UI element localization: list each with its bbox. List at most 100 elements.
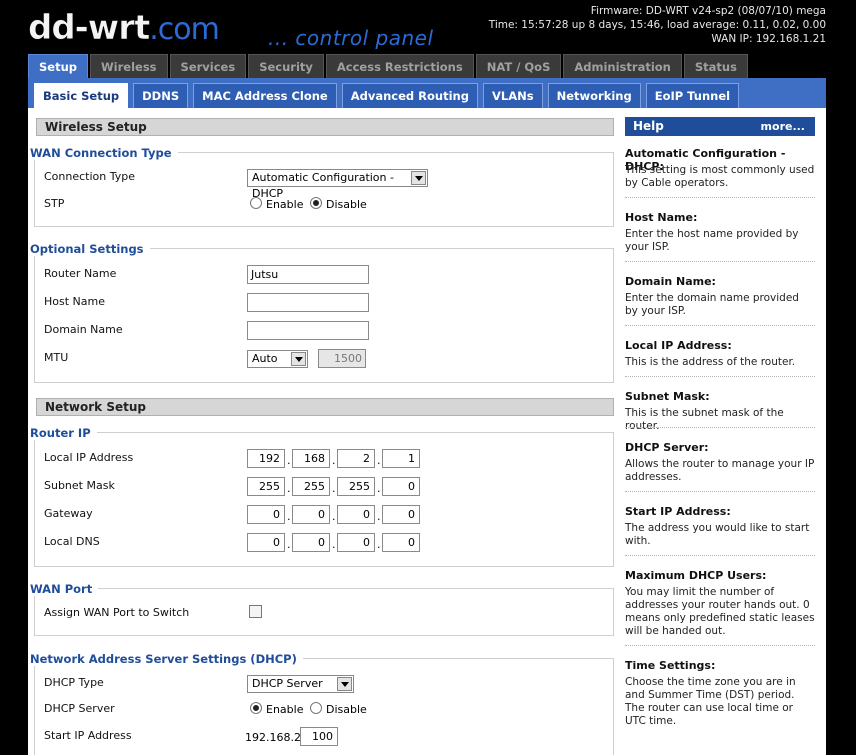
router-name-input[interactable]: Jutsu (247, 265, 369, 284)
subnet-mask-label: Subnet Mask (44, 479, 115, 492)
subtab-basic-setup[interactable]: Basic Setup (34, 83, 129, 108)
dns-octet-2[interactable]: 0 (292, 533, 330, 552)
logo-suffix: .com (149, 12, 220, 47)
dns-octet-3[interactable]: 0 (337, 533, 375, 552)
start-ip-input[interactable]: 100 (300, 727, 338, 746)
help-item-title: Local IP Address: (625, 339, 732, 352)
gateway-octet-2[interactable]: 0 (292, 505, 330, 524)
tab-nat-qos[interactable]: NAT / QoS (475, 54, 562, 78)
help-item-text: Enter the host name provided by your ISP… (625, 228, 799, 253)
tab-setup[interactable]: Setup (28, 54, 88, 79)
chevron-down-icon (337, 677, 352, 691)
tab-administration[interactable]: Administration (563, 54, 682, 78)
dhcp-type-select[interactable]: DHCP Server (247, 675, 354, 693)
help-item-text: This is the address of the router. (625, 356, 796, 368)
subtab-networking[interactable]: Networking (547, 83, 641, 108)
help-item-title: Time Settings: (625, 659, 716, 672)
stp-enable-radio[interactable] (250, 197, 262, 209)
firmware-text: Firmware: DD-WRT v24-sp2 (08/07/10) mega (590, 5, 826, 17)
connection-type-select[interactable]: Automatic Configuration - DHCP (247, 169, 428, 200)
subtab-eoip-tunnel[interactable]: EoIP Tunnel (645, 83, 740, 108)
tab-status[interactable]: Status (683, 54, 748, 78)
ddwrt-logo[interactable]: dd-wrt.com (28, 8, 220, 49)
wan-connection-legend: WAN Connection Type (30, 146, 178, 160)
dns-octet-4[interactable]: 0 (382, 533, 420, 552)
mtu-label: MTU (44, 351, 69, 364)
dhcp-enable-label: Enable (266, 703, 304, 716)
help-item-title: Start IP Address: (625, 505, 731, 518)
subnet-octet-2[interactable]: 255 (292, 477, 330, 496)
subtab-mac-address-clone[interactable]: MAC Address Clone (193, 83, 337, 108)
wan-port-legend: WAN Port (30, 582, 99, 596)
dhcp-disable-radio[interactable] (310, 702, 322, 714)
ip-dot: . (287, 482, 291, 495)
router-info: Firmware: DD-WRT v24-sp2 (08/07/10) mega… (489, 4, 826, 46)
help-divider (625, 261, 815, 262)
dns-octet-1[interactable]: 0 (247, 533, 285, 552)
uptime-text: Time: 15:57:28 up 8 days, 15:46, load av… (488, 19, 826, 31)
help-divider (625, 427, 815, 428)
sub-tabs: Basic Setup DDNS MAC Address Clone Advan… (34, 83, 744, 108)
help-divider (625, 197, 815, 198)
host-name-input[interactable] (247, 293, 369, 312)
subtab-ddns[interactable]: DDNS (133, 83, 189, 108)
gateway-octet-4[interactable]: 0 (382, 505, 420, 524)
local-ip-octet-2[interactable]: 168 (292, 449, 330, 468)
ip-dot: . (332, 454, 336, 467)
help-item-title: Subnet Mask: (625, 390, 710, 403)
help-header: Help more... (625, 117, 815, 136)
tab-wireless[interactable]: Wireless (90, 54, 168, 78)
subnet-octet-3[interactable]: 255 (337, 477, 375, 496)
tab-access-restrictions[interactable]: Access Restrictions (325, 54, 474, 78)
domain-name-input[interactable] (247, 321, 369, 340)
local-ip-octet-4[interactable]: 1 (382, 449, 420, 468)
help-title: Help (633, 119, 664, 133)
logo-main: dd-wrt (28, 8, 151, 49)
gateway-octet-1[interactable]: 0 (247, 505, 285, 524)
optional-settings-legend: Optional Settings (30, 242, 150, 256)
tab-services[interactable]: Services (169, 54, 247, 78)
help-item-text: Enter the domain name provided by your I… (625, 292, 799, 317)
subnet-octet-1[interactable]: 255 (247, 477, 285, 496)
ip-dot: . (287, 538, 291, 551)
control-panel-title: ... control panel (268, 26, 434, 50)
dhcp-server-label: DHCP Server (44, 702, 115, 715)
help-item-title: DHCP Server: (625, 441, 709, 454)
help-item-title: Host Name: (625, 211, 698, 224)
ip-dot: . (287, 510, 291, 523)
ip-dot: . (287, 454, 291, 467)
ip-dot: . (377, 510, 381, 523)
local-ip-octet-3[interactable]: 2 (337, 449, 375, 468)
ip-dot: . (332, 538, 336, 551)
help-divider (625, 376, 815, 377)
assign-wan-port-checkbox[interactable] (249, 605, 262, 618)
wireless-setup-title: Wireless Setup (36, 118, 614, 136)
gateway-label: Gateway (44, 507, 93, 520)
subtab-vlans[interactable]: VLANs (482, 83, 543, 108)
host-name-label: Host Name (44, 295, 105, 308)
domain-name-label: Domain Name (44, 323, 123, 336)
mtu-mode-value: Auto (252, 352, 278, 365)
dhcp-type-value: DHCP Server (252, 677, 323, 690)
local-ip-octet-1[interactable]: 192 (247, 449, 285, 468)
help-more-link[interactable]: more... (761, 117, 805, 136)
stp-enable-label: Enable (266, 198, 304, 211)
header: dd-wrt.com ... control panel Firmware: D… (0, 0, 856, 54)
mtu-mode-select[interactable]: Auto (247, 350, 308, 368)
subnet-octet-4[interactable]: 0 (382, 477, 420, 496)
stp-disable-radio[interactable] (310, 197, 322, 209)
help-item-text: The address you would like to start with… (625, 522, 810, 547)
ip-dot: . (377, 538, 381, 551)
start-ip-prefix: 192.168.2. (245, 731, 305, 744)
subtab-advanced-routing[interactable]: Advanced Routing (341, 83, 478, 108)
dhcp-type-label: DHCP Type (44, 676, 104, 689)
help-divider (625, 325, 815, 326)
assign-wan-port-label: Assign WAN Port to Switch (44, 606, 190, 619)
stp-label: STP (44, 197, 65, 210)
mtu-value-input[interactable]: 1500 (318, 349, 366, 368)
help-item-text: Allows the router to manage your IP addr… (625, 458, 815, 483)
tab-security[interactable]: Security (248, 54, 324, 78)
connection-type-label: Connection Type (44, 170, 136, 183)
dhcp-enable-radio[interactable] (250, 702, 262, 714)
gateway-octet-3[interactable]: 0 (337, 505, 375, 524)
